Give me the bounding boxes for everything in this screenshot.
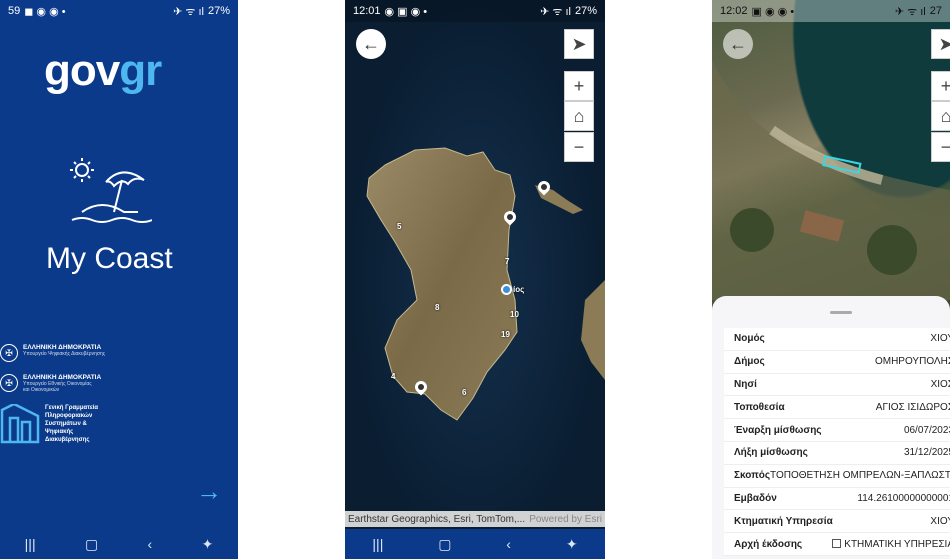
system-nav-bar: ||| ▢ ‹ ✦ bbox=[0, 529, 238, 559]
table-row: ΣκοπόςΤΟΠΟΘΕΤΗΣΗ ΟΜΠΡΕΛΩΝ-ΞΑΠΛΩΣΤΡΩΝ bbox=[724, 465, 950, 488]
map-label: 10 bbox=[510, 310, 519, 319]
attribution-text: Earthstar Geographics, Esri, TomTom,... bbox=[348, 513, 526, 525]
battery-level: 27 bbox=[929, 5, 942, 17]
table-row: Τοποθεσία ΑΓΙΟΣ ΙΣΙΔΩΡΟΣ bbox=[724, 396, 950, 420]
locate-button[interactable]: ➤ bbox=[564, 29, 594, 59]
detail-screen: 12:02 ▣ ◉ ◉ • ✈ ᯤ ıl 27 ← ➤ + ⌂ − Νομός ΧΙΟ… bbox=[712, 0, 950, 559]
gsis-logo-icon bbox=[0, 404, 40, 444]
status-time: 59 bbox=[8, 5, 21, 17]
back-button[interactable]: ‹ bbox=[506, 536, 511, 552]
map-label: 4 bbox=[391, 372, 396, 381]
map-label: ίος bbox=[513, 285, 525, 294]
home-button[interactable]: ▢ bbox=[85, 536, 98, 553]
status-bar: 12:02 ▣ ◉ ◉ • ✈ ᯤ ıl 27 bbox=[712, 0, 950, 22]
govgr-logo: govgr bbox=[44, 46, 162, 95]
status-time: 12:02 bbox=[720, 5, 748, 17]
table-row: ΝομόςΧΙΟΥ bbox=[724, 328, 950, 351]
table-row: Αρχή έκδοσης ΚΤΗΜΑΤΙΚΗ ΥΠΗΡΕΣΙΑ bbox=[724, 533, 950, 556]
back-button[interactable]: ← bbox=[723, 29, 753, 59]
current-location-icon bbox=[501, 284, 512, 295]
status-time: 12:01 bbox=[353, 5, 381, 17]
zoom-in-button[interactable]: + bbox=[931, 71, 950, 101]
zoom-out-button[interactable]: − bbox=[564, 132, 594, 162]
org-ministry-digital: ✠ ΕΛΛΗΝΙΚΗ ΔΗΜΟΚΡΑΤΙΑ Υπουργείο Ψηφιακής … bbox=[0, 344, 105, 362]
map-label: 7 bbox=[505, 257, 510, 266]
back-button[interactable]: ← bbox=[356, 29, 386, 59]
org-ministry-economy: ✠ ΕΛΛΗΝΙΚΗ ΔΗΜΟΚΡΑΤΙΑ Υπουργείο Εθνικής Ο… bbox=[0, 374, 101, 393]
details-table: ΝομόςΧΙΟΥ ΔήμοςΟΜΗΡΟΥΠΟΛΗΣ ΝησίΧΙΟΣ Τοπο… bbox=[724, 328, 950, 556]
sheet-drag-handle[interactable] bbox=[830, 311, 852, 314]
next-arrow-button[interactable]: → bbox=[196, 476, 222, 507]
map-attribution: Earthstar Geographics, Esri, TomTom,... … bbox=[345, 511, 605, 527]
table-row: Κτηματική ΥπηρεσίαΧΙΟΥ bbox=[724, 510, 950, 534]
checkbox-icon[interactable] bbox=[832, 539, 842, 549]
signal-icon: ✈ ᯤ ıl bbox=[540, 5, 571, 18]
powered-by-esri[interactable]: Powered by Esri bbox=[529, 514, 602, 525]
battery-level: 27% bbox=[574, 5, 597, 17]
notification-icons: ◼ ◉ ◉ • bbox=[24, 5, 66, 18]
status-bar: 12:01 ◉ ▣ ◉ • ✈ ᯤ ıl 27% bbox=[345, 0, 605, 22]
beach-umbrella-icon bbox=[70, 158, 152, 223]
accessibility-icon[interactable]: ✦ bbox=[202, 536, 214, 553]
zoom-out-button[interactable]: − bbox=[931, 132, 950, 162]
zoom-in-button[interactable]: + bbox=[564, 71, 594, 101]
home-extent-button[interactable]: ⌂ bbox=[564, 101, 594, 131]
table-row: Έναρξη μίσθωσης 06/07/2023 bbox=[724, 419, 950, 442]
greek-seal-icon: ✠ bbox=[0, 344, 18, 362]
status-bar: 59 ◼ ◉ ◉ • ✈ ᯤ ıl 27% bbox=[0, 0, 238, 22]
details-bottom-sheet[interactable]: ΝομόςΧΙΟΥ ΔήμοςΟΜΗΡΟΥΠΟΛΗΣ ΝησίΧΙΟΣ Τοπο… bbox=[712, 296, 950, 559]
map-label: 19 bbox=[501, 330, 510, 339]
signal-icon: ✈ ᯤ ıl bbox=[173, 5, 204, 18]
map-label: 5 bbox=[397, 222, 402, 231]
system-nav-bar: ||| ▢ ‹ ✦ bbox=[345, 529, 605, 559]
table-row: Εμβαδόν 114.26100000000001 bbox=[724, 488, 950, 511]
home-extent-button[interactable]: ⌂ bbox=[931, 101, 950, 131]
recents-button[interactable]: ||| bbox=[372, 536, 383, 552]
table-row: Δήμος ΟΜΗΡΟΥΠΟΛΗΣ bbox=[724, 351, 950, 374]
map-label: 6 bbox=[462, 388, 467, 397]
battery-level: 27% bbox=[207, 5, 230, 17]
greek-seal-icon: ✠ bbox=[0, 374, 18, 392]
table-row: ΝησίΧΙΟΣ bbox=[724, 374, 950, 397]
locate-button[interactable]: ➤ bbox=[931, 29, 950, 59]
notification-icons: ▣ ◉ ◉ • bbox=[751, 5, 795, 18]
map-screen: 12:01 ◉ ▣ ◉ • ✈ ᯤ ıl 27% ← ➤ + ⌂ − 5 7 8 1… bbox=[345, 0, 605, 559]
recents-button[interactable]: ||| bbox=[25, 536, 36, 552]
table-row: Λήξη μίσθωσης 31/12/2025 bbox=[724, 442, 950, 465]
accessibility-icon[interactable]: ✦ bbox=[566, 536, 578, 553]
map-label: 8 bbox=[435, 303, 440, 312]
notification-icons: ◉ ▣ ◉ • bbox=[384, 5, 428, 18]
splash-screen: 59 ◼ ◉ ◉ • ✈ ᯤ ıl 27% govgr My Coast ✠ ΕΛΛ… bbox=[0, 0, 238, 559]
signal-icon: ✈ ᯤ ıl bbox=[894, 5, 926, 18]
app-title: My Coast bbox=[46, 242, 173, 275]
home-button[interactable]: ▢ bbox=[438, 536, 451, 553]
org-gsis: Γενική Γραμματεία Πληροφοριακών Συστημάτ… bbox=[0, 404, 105, 444]
back-button[interactable]: ‹ bbox=[148, 536, 153, 552]
